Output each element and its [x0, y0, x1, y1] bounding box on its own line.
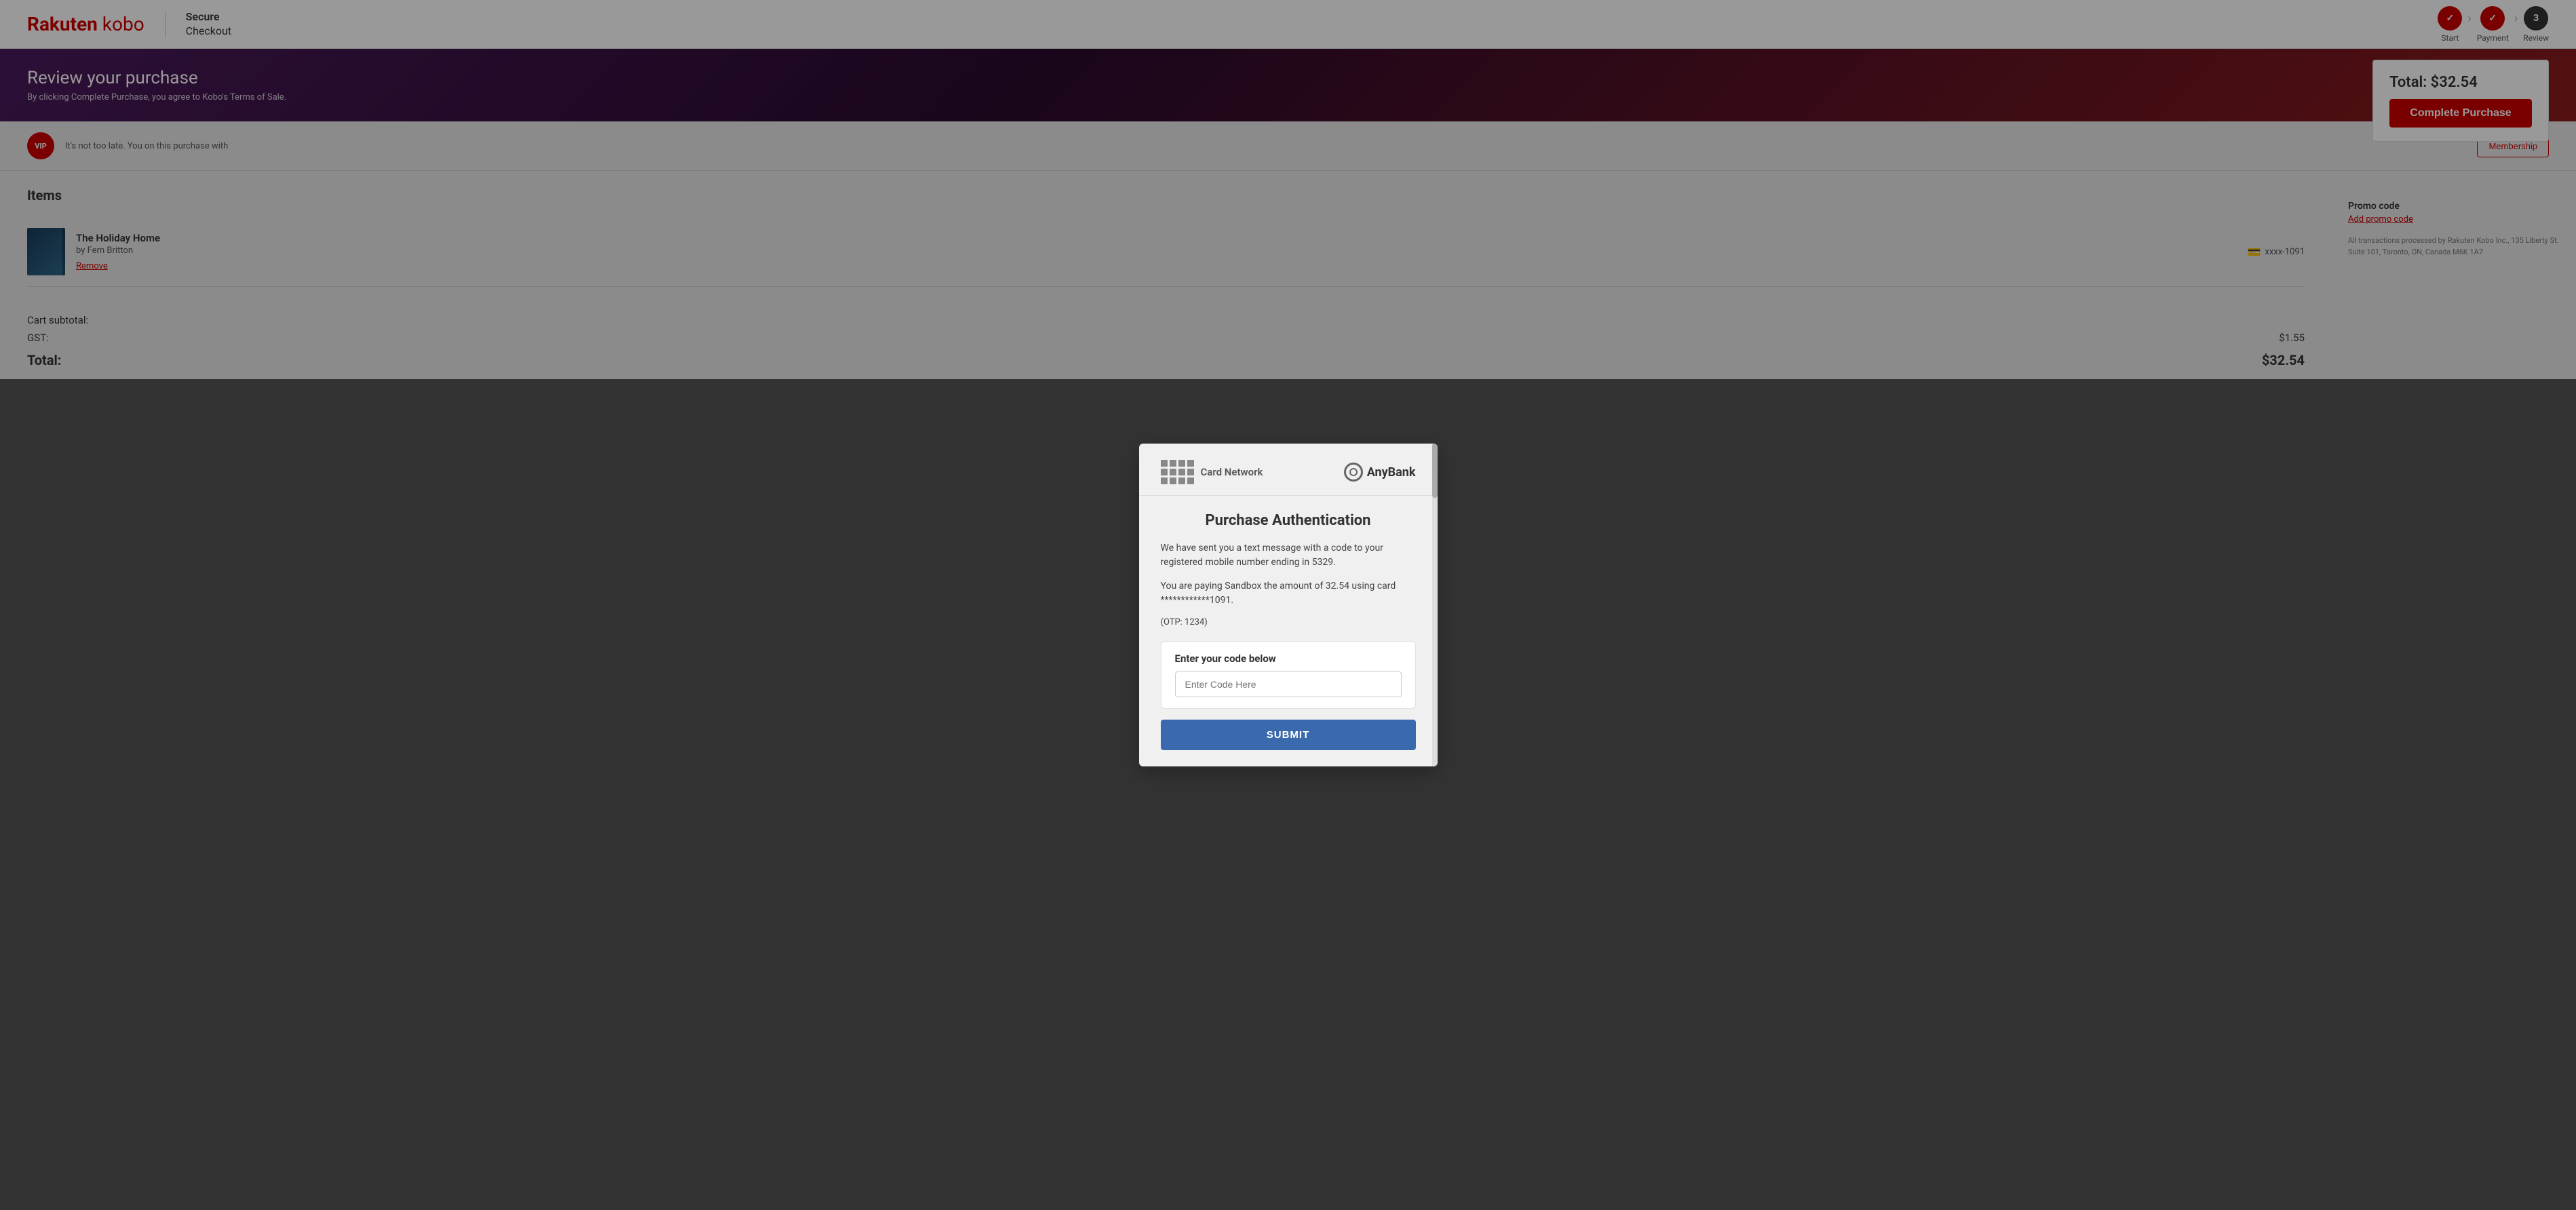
- card-grid-icon: [1161, 460, 1194, 484]
- code-input[interactable]: [1175, 671, 1402, 697]
- submit-button[interactable]: SUBMIT: [1161, 720, 1416, 750]
- modal-header: Card Network AnyBank: [1139, 444, 1438, 496]
- modal-title: Purchase Authentication: [1161, 512, 1416, 529]
- anybank-logo: AnyBank: [1344, 463, 1416, 482]
- modal-body: Purchase Authentication We have sent you…: [1139, 496, 1438, 766]
- card-network-logo: Card Network: [1161, 460, 1263, 484]
- code-entry-label: Enter your code below: [1175, 652, 1402, 665]
- modal-scrollbar-thumb[interactable]: [1432, 444, 1438, 498]
- modal-description-2: You are paying Sandbox the amount of 32.…: [1161, 579, 1416, 608]
- code-entry-box: Enter your code below: [1161, 641, 1416, 709]
- modal-otp-hint: (OTP: 1234): [1161, 617, 1416, 627]
- anybank-inner-icon: [1349, 468, 1358, 476]
- card-network-label: Card Network: [1201, 466, 1263, 478]
- anybank-circle-icon: [1344, 463, 1363, 482]
- modal-overlay: Card Network AnyBank Purchase Authentica…: [0, 0, 2576, 1210]
- purchase-authentication-modal: Card Network AnyBank Purchase Authentica…: [1139, 444, 1438, 766]
- modal-description-1: We have sent you a text message with a c…: [1161, 541, 1416, 570]
- modal-scrollbar-track[interactable]: [1432, 444, 1438, 766]
- anybank-label: AnyBank: [1367, 465, 1416, 480]
